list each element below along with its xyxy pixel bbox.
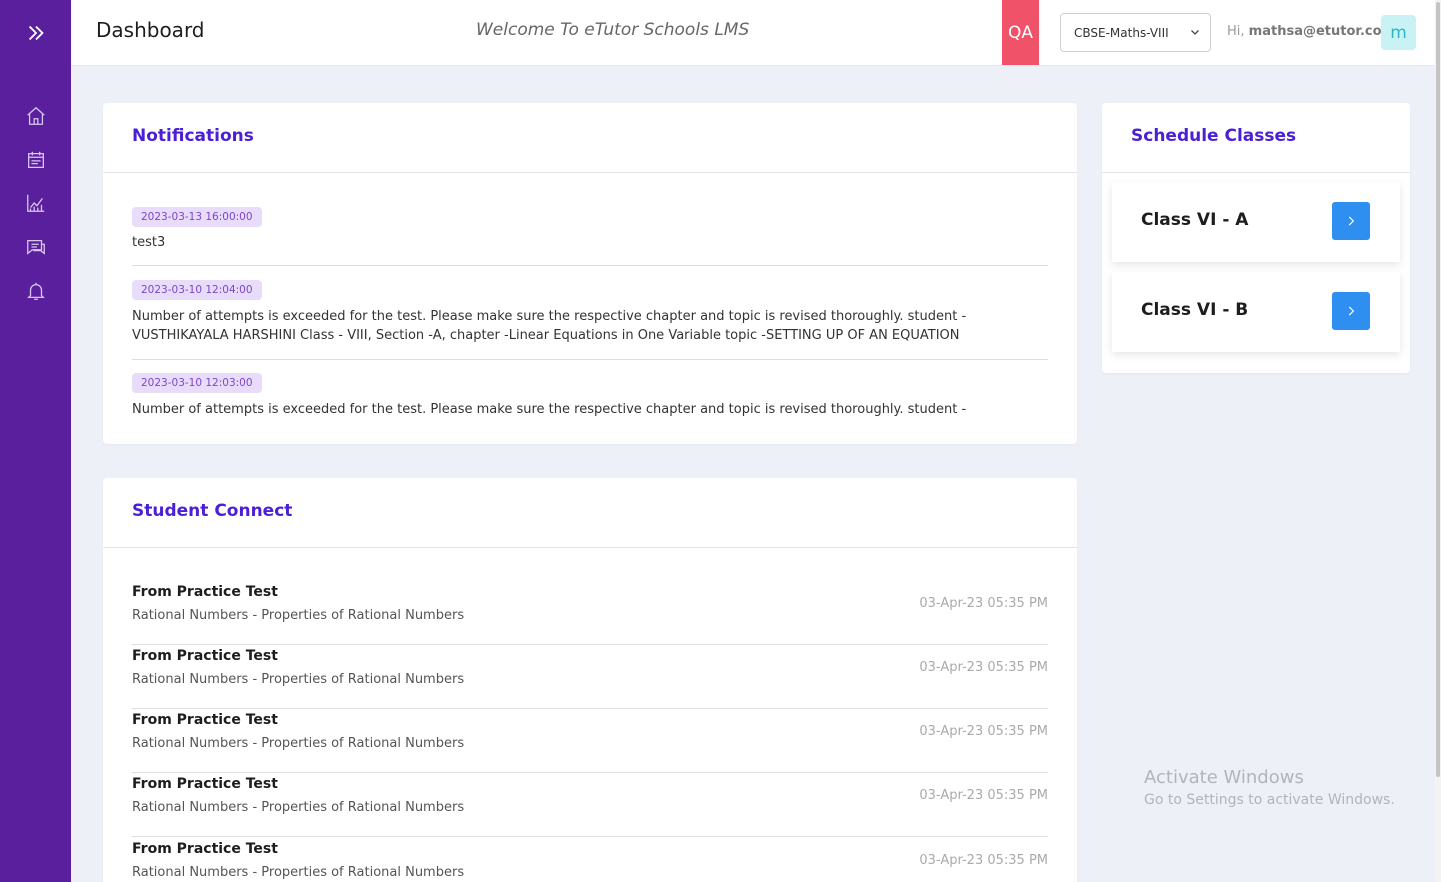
divider (1102, 172, 1410, 173)
class-name: Class VI - B (1141, 300, 1249, 320)
user-greeting: Hi, mathsa@etutor.co (1227, 24, 1382, 39)
notification-text: Number of attempts is exceeded for the t… (132, 402, 967, 417)
user-avatar[interactable]: m (1381, 15, 1416, 50)
notification-date: 2023-03-10 12:03:00 (132, 373, 262, 393)
list-item-time: 03-Apr-23 05:35 PM (919, 853, 1048, 868)
list-item-time: 03-Apr-23 05:35 PM (919, 596, 1048, 611)
divider (103, 172, 1077, 173)
class-card: Class VI - A (1112, 182, 1400, 262)
reports-icon (27, 194, 45, 212)
open-class-button[interactable] (1332, 292, 1370, 330)
list-item-title: From Practice Test (132, 776, 278, 792)
welcome-message: Welcome To eTutor Schools LMS (476, 20, 750, 40)
list-item-title: From Practice Test (132, 648, 278, 664)
divider (132, 265, 1048, 266)
sidebar (0, 0, 71, 882)
student-connect-title: Student Connect (132, 501, 293, 521)
list-item-time: 03-Apr-23 05:35 PM (919, 660, 1048, 675)
environment-badge: QA (1002, 0, 1039, 65)
notifications-card: Notifications 2023-03-13 16:00:00 test3 … (103, 103, 1077, 444)
bell-icon (27, 282, 45, 300)
class-name: Class VI - A (1141, 210, 1249, 230)
list-item[interactable]: From Practice Test Rational Numbers - Pr… (132, 773, 1048, 837)
notification-text: test3 (132, 235, 166, 250)
notification-date: 2023-03-10 12:04:00 (132, 280, 262, 300)
list-item-title: From Practice Test (132, 841, 278, 857)
list-item-title: From Practice Test (132, 712, 278, 728)
list-item[interactable]: From Practice Test Rational Numbers - Pr… (132, 581, 1048, 645)
sidebar-item-notifications[interactable] (20, 275, 52, 307)
double-chevron-right-icon (28, 25, 44, 41)
chevron-down-icon (1191, 30, 1199, 35)
schedule-classes-title: Schedule Classes (1131, 126, 1297, 146)
watermark-title: Activate Windows (1144, 767, 1304, 788)
schedule-classes-card: Schedule Classes Class VI - A Class VI -… (1102, 103, 1410, 373)
top-header: Dashboard Welcome To eTutor Schools LMS … (71, 0, 1441, 66)
course-select[interactable]: CBSE-Maths-VIII (1060, 13, 1211, 52)
chevron-right-icon (1348, 306, 1355, 316)
sidebar-item-reports[interactable] (20, 187, 52, 219)
student-connect-card: Student Connect From Practice Test Ratio… (103, 478, 1077, 882)
courses-icon (28, 151, 44, 168)
page-title: Dashboard (96, 18, 205, 42)
notification-date: 2023-03-13 16:00:00 (132, 207, 262, 227)
expand-sidebar-button[interactable] (20, 17, 52, 49)
list-item-subtitle: Rational Numbers - Properties of Rationa… (132, 608, 465, 623)
scrollbar-thumb[interactable] (1436, 2, 1440, 777)
notification-text: Number of attempts is exceeded for the t… (132, 309, 967, 343)
list-item-title: From Practice Test (132, 584, 278, 600)
watermark-subtitle: Go to Settings to activate Windows. (1144, 792, 1395, 808)
list-item[interactable]: From Practice Test Rational Numbers - Pr… (132, 838, 1048, 882)
class-card: Class VI - B (1112, 272, 1400, 352)
list-item[interactable]: From Practice Test Rational Numbers - Pr… (132, 645, 1048, 709)
divider (132, 359, 1048, 360)
notifications-title: Notifications (132, 126, 254, 146)
divider (132, 836, 1048, 837)
course-select-value: CBSE-Maths-VIII (1074, 25, 1169, 40)
home-icon (27, 106, 45, 125)
page-scrollbar[interactable] (1435, 0, 1441, 882)
list-item-subtitle: Rational Numbers - Properties of Rationa… (132, 865, 465, 880)
list-item-subtitle: Rational Numbers - Properties of Rationa… (132, 736, 465, 751)
divider (103, 547, 1077, 548)
sidebar-item-courses[interactable] (20, 144, 52, 176)
open-class-button[interactable] (1332, 202, 1370, 240)
sidebar-item-home[interactable] (20, 100, 52, 132)
messages-icon (27, 239, 45, 255)
list-item-subtitle: Rational Numbers - Properties of Rationa… (132, 800, 465, 815)
list-item-time: 03-Apr-23 05:35 PM (919, 788, 1048, 803)
list-item-subtitle: Rational Numbers - Properties of Rationa… (132, 672, 465, 687)
activate-windows-watermark: Activate Windows Go to Settings to activ… (1144, 767, 1395, 808)
user-email: mathsa@etutor.co (1248, 24, 1382, 39)
sidebar-item-messages[interactable] (20, 231, 52, 263)
list-item[interactable]: From Practice Test Rational Numbers - Pr… (132, 709, 1048, 773)
greeting-prefix: Hi, (1227, 24, 1245, 39)
chevron-right-icon (1348, 216, 1355, 226)
list-item-time: 03-Apr-23 05:35 PM (919, 724, 1048, 739)
